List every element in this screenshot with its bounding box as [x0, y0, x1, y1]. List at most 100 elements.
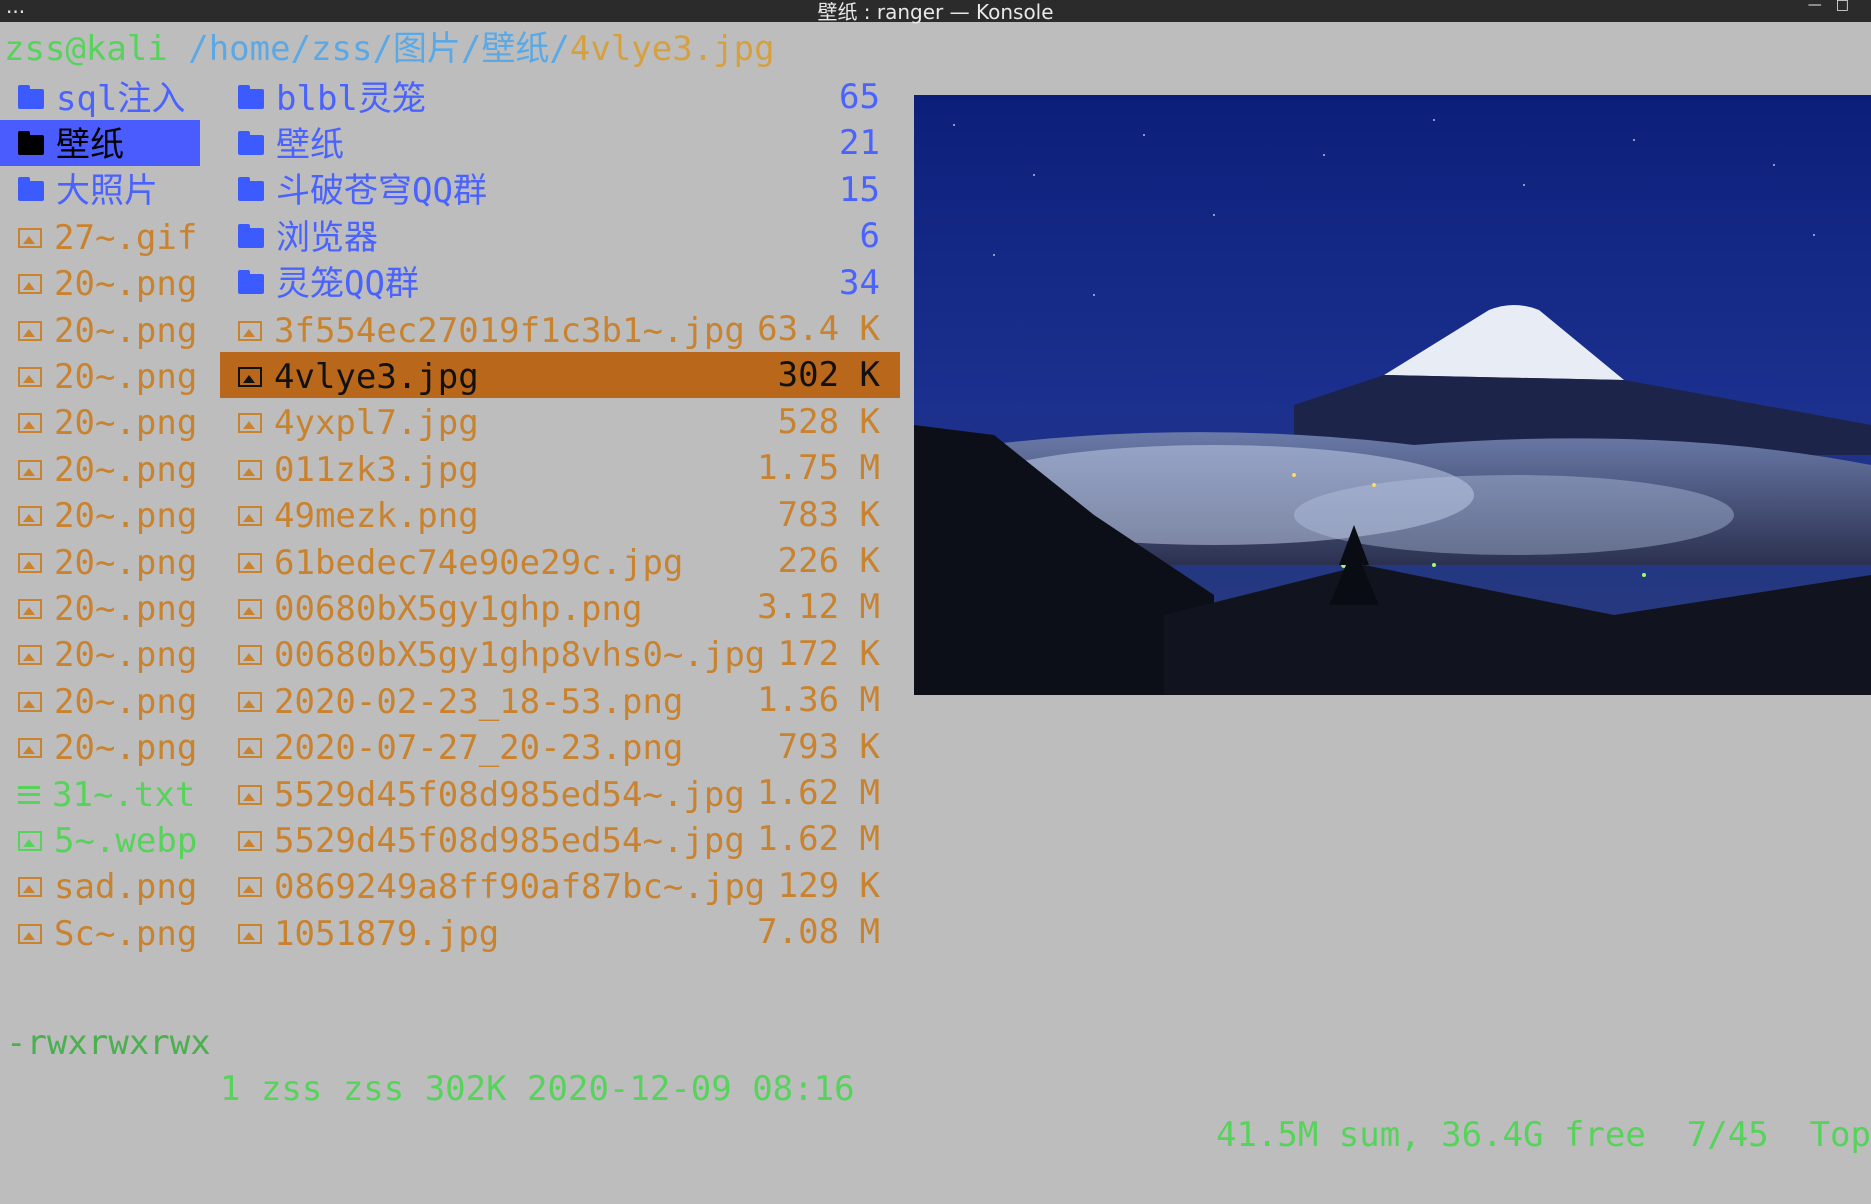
folder-icon	[18, 177, 44, 202]
parent-file-item[interactable]: 20~.png	[0, 260, 200, 306]
item-name: 20~.png	[54, 264, 198, 305]
file-item[interactable]: 61bedec74e90e29c.jpg 226 K	[220, 538, 900, 584]
dir-item[interactable]: blbl灵笼 65	[220, 74, 900, 120]
title-bar: ... 壁纸 : ranger — Konsole —□	[0, 0, 1871, 24]
status-bar: -rwxrwxrwx 1 zss zss 302K 2020-12-09 08:…	[0, 974, 1871, 1155]
parent-file-item[interactable]: 20~.png	[0, 631, 200, 677]
item-name: Sc~.png	[54, 913, 198, 954]
item-size: 172 K	[777, 633, 880, 674]
image-file-icon	[18, 274, 42, 295]
item-size: 1.36 M	[757, 680, 880, 721]
image-file-icon	[18, 598, 42, 619]
item-name: 20~.png	[54, 449, 198, 490]
parent-file-item[interactable]: 31~.txt	[0, 770, 200, 816]
image-file-icon	[18, 227, 42, 248]
file-item[interactable]: 4yxpl7.jpg 528 K	[220, 399, 900, 445]
image-file-icon	[18, 506, 42, 527]
file-item[interactable]: 00680bX5gy1ghp8vhs0~.jpg 172 K	[220, 631, 900, 677]
terminal-area[interactable]: zss@kali /home/zss/图片/壁纸/4vlye3.jpg sql注…	[0, 22, 1871, 1155]
folder-icon	[18, 84, 44, 109]
item-name: 61bedec74e90e29c.jpg	[274, 542, 684, 583]
item-name: 灵笼QQ群	[276, 264, 419, 305]
parent-file-item[interactable]: sad.png	[0, 863, 200, 909]
parent-dir-item[interactable]: sql注入	[0, 74, 200, 120]
file-item[interactable]: 2020-07-27_20-23.png 793 K	[220, 724, 900, 770]
item-size: 1.62 M	[757, 773, 880, 813]
item-name: 2020-02-23_18-53.png	[274, 681, 684, 722]
image-file-icon	[238, 784, 262, 805]
item-name: 3f554ec27019f1c3b1~.jpg	[274, 310, 745, 351]
item-size: 226 K	[777, 541, 880, 581]
parent-file-item[interactable]: 27~.gif	[0, 213, 200, 259]
folder-icon	[238, 223, 264, 248]
item-name: 4yxpl7.jpg	[274, 403, 479, 444]
item-name: 31~.txt	[52, 774, 196, 815]
item-name: 20~.png	[54, 635, 198, 676]
parent-file-item[interactable]: 20~.png	[0, 492, 200, 538]
item-size: 3.12 M	[757, 587, 880, 628]
image-file-icon	[238, 366, 262, 387]
parent-file-item[interactable]: 20~.png	[0, 306, 200, 352]
parent-file-item[interactable]: 20~.png	[0, 584, 200, 630]
window-controls[interactable]: —□	[1808, 0, 1863, 13]
item-name: 00680bX5gy1ghp.png	[274, 588, 643, 629]
item-name: 0869249a8ff90af87bc~.jpg	[274, 867, 766, 908]
parent-file-item[interactable]: 20~.png	[0, 724, 200, 770]
image-file-icon	[238, 923, 262, 944]
image-file-icon	[238, 413, 262, 434]
file-item[interactable]: 00680bX5gy1ghp.png 3.12 M	[220, 584, 900, 630]
item-size: 21	[839, 123, 880, 164]
parent-dir-item[interactable]: 壁纸	[0, 120, 200, 167]
item-name: 20~.png	[54, 588, 198, 629]
file-item[interactable]: 49mezk.png 783 K	[220, 492, 900, 538]
item-name: 00680bX5gy1ghp8vhs0~.jpg	[274, 635, 766, 676]
file-item[interactable]: 0869249a8ff90af87bc~.jpg 129 K	[220, 863, 900, 909]
item-name: 011zk3.jpg	[274, 449, 479, 490]
dir-item[interactable]: 斗破苍穹QQ群 15	[220, 167, 900, 213]
file-item[interactable]: 011zk3.jpg 1.75 M	[220, 445, 900, 491]
file-item[interactable]: 3f554ec27019f1c3b1~.jpg 63.4 K	[220, 306, 900, 352]
item-size: 65	[839, 77, 880, 117]
image-file-icon	[238, 691, 262, 712]
item-name: 壁纸	[276, 124, 344, 165]
item-name: 49mezk.png	[274, 496, 479, 537]
parent-file-item[interactable]: 20~.png	[0, 445, 200, 491]
image-file-icon	[18, 691, 42, 712]
folder-icon	[238, 130, 264, 155]
dir-item[interactable]: 灵笼QQ群 34	[220, 260, 900, 306]
item-name: 5529d45f08d985ed54~.jpg	[274, 774, 745, 815]
dir-item[interactable]: 浏览器 6	[220, 213, 900, 259]
image-file-icon	[18, 366, 42, 387]
path-host: zss@kali	[4, 29, 168, 69]
file-item[interactable]: 2020-02-23_18-53.png 1.36 M	[220, 677, 900, 723]
parent-file-item[interactable]: 20~.png	[0, 677, 200, 723]
image-file-icon	[18, 738, 42, 759]
image-file-icon	[18, 320, 42, 341]
folder-icon	[238, 177, 264, 202]
item-size: 63.4 K	[757, 309, 880, 349]
item-name: 20~.png	[54, 356, 198, 397]
parent-file-item[interactable]: Sc~.png	[0, 909, 200, 955]
item-size: 302 K	[777, 355, 880, 396]
folder-icon	[18, 130, 44, 155]
file-item[interactable]: 1051879.jpg 7.08 M	[220, 909, 900, 955]
file-item[interactable]: 4vlye3.jpg 302 K	[220, 352, 900, 399]
item-size: 1.62 M	[757, 819, 880, 860]
parent-file-item[interactable]: 5~.webp	[0, 816, 200, 862]
current-path: zss@kali /home/zss/图片/壁纸/4vlye3.jpg	[4, 26, 775, 72]
parent-file-item[interactable]: 20~.png	[0, 352, 200, 398]
item-name: 2020-07-27_20-23.png	[274, 728, 684, 769]
item-name: 5~.webp	[54, 820, 198, 861]
parent-file-item[interactable]: 20~.png	[0, 399, 200, 445]
file-item[interactable]: 5529d45f08d985ed54~.jpg 1.62 M	[220, 770, 900, 816]
item-name: 20~.png	[54, 681, 198, 722]
item-size: 129 K	[777, 865, 880, 906]
parent-file-item[interactable]: 20~.png	[0, 538, 200, 584]
status-permissions: -rwxrwxrwx	[6, 1023, 211, 1063]
image-file-icon	[18, 552, 42, 573]
image-file-icon	[238, 459, 262, 480]
item-size: 15	[839, 169, 880, 210]
dir-item[interactable]: 壁纸 21	[220, 120, 900, 166]
file-item[interactable]: 5529d45f08d985ed54~.jpg 1.62 M	[220, 816, 900, 862]
parent-dir-item[interactable]: 大照片	[0, 167, 200, 213]
